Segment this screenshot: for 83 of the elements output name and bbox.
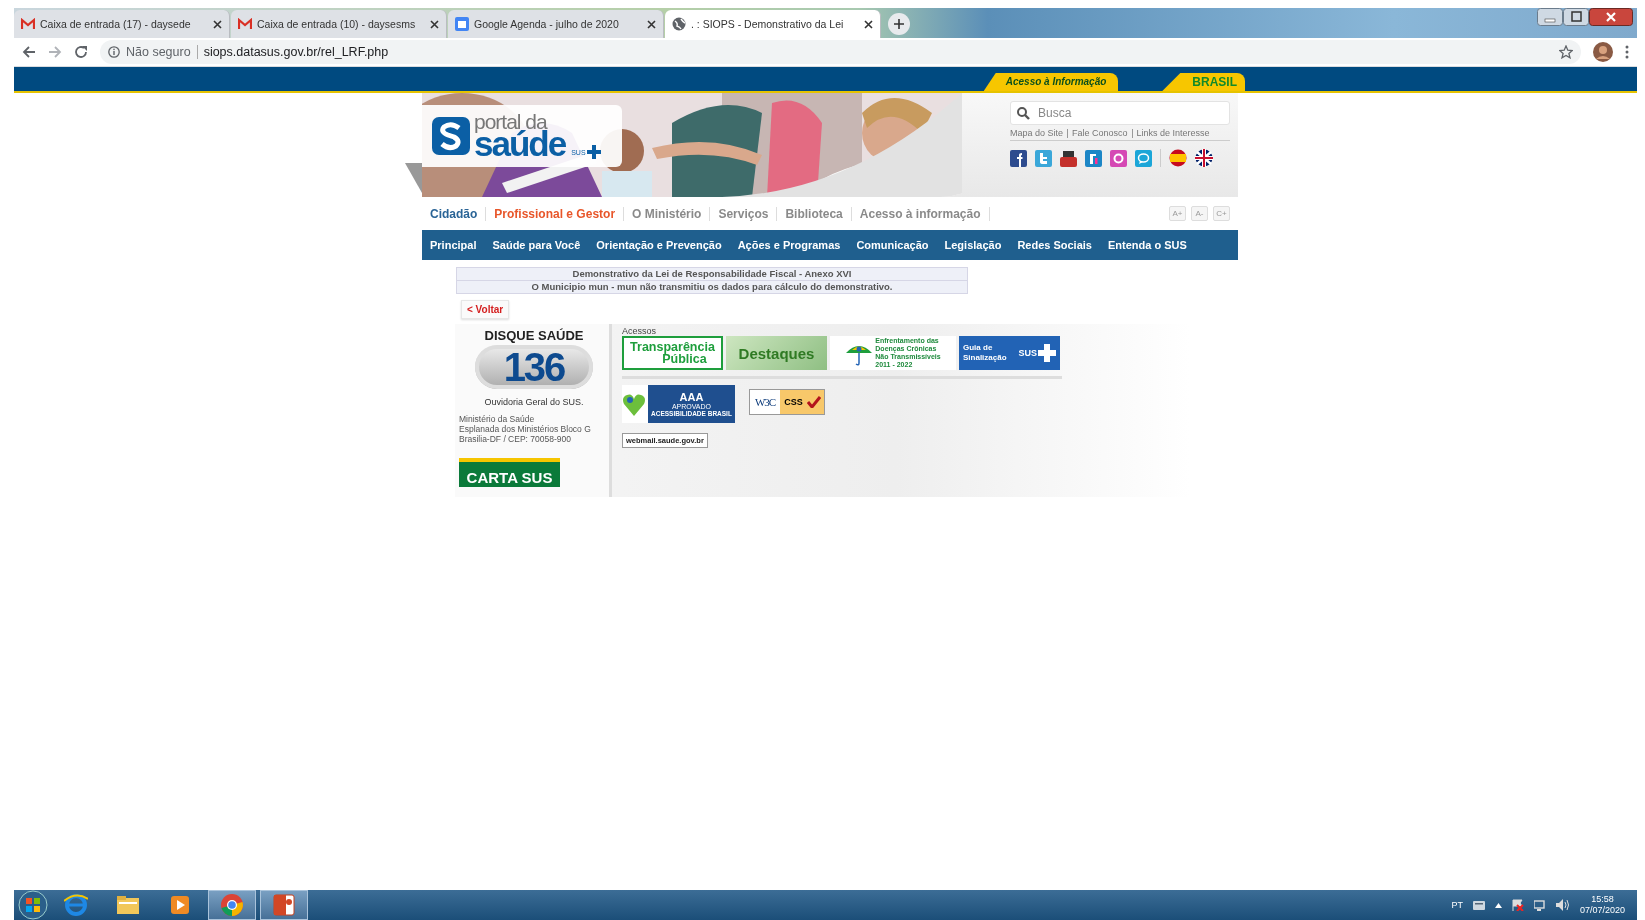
browser-tab[interactable]: Google Agenda - julho de 2020 (448, 10, 664, 38)
report-row: Demonstrativo da Lei de Responsabilidade Fiscal - Anexo XVI (457, 268, 967, 281)
avatar-icon[interactable] (1593, 42, 1613, 62)
banner-link[interactable]: Transparência Pública (622, 336, 723, 370)
flag-icon[interactable] (1195, 149, 1213, 167)
search-field[interactable]: Busca (1010, 101, 1230, 125)
speaker-icon[interactable] (1555, 899, 1570, 911)
banner-link[interactable]: Destaques (726, 336, 827, 370)
close-icon[interactable] (213, 19, 222, 29)
menu-link[interactable]: Orientação e Prevenção (596, 239, 722, 251)
menu-link[interactable]: Saúde para Você (492, 239, 581, 251)
search-icon (1017, 106, 1030, 120)
gov-link[interactable]: Acesso à Informação (983, 73, 1119, 91)
clock[interactable]: 15:58 07/07/2020 (1579, 894, 1625, 916)
close-icon[interactable] (864, 19, 873, 29)
info-icon (108, 46, 120, 58)
badge-link[interactable]: W3C CSS (748, 389, 825, 415)
browser-tab[interactable]: . : SIOPS - Demonstrativo da Lei (665, 10, 881, 38)
folder-icon[interactable] (116, 893, 140, 917)
social-media-icon[interactable] (1110, 149, 1127, 167)
utility-link[interactable]: Fale Conosco (1067, 129, 1132, 138)
up-arrow-icon[interactable] (1494, 902, 1502, 908)
maximize-icon[interactable] (1563, 8, 1589, 26)
back-icon[interactable] (22, 45, 36, 59)
utility-link[interactable]: Links de Interesse (1131, 129, 1214, 138)
menu-link[interactable]: Redes Sociais (1017, 239, 1092, 251)
video-icon[interactable] (1060, 149, 1077, 167)
start-icon[interactable] (18, 890, 48, 920)
url-text: siops.datasus.gov.br/rel_LRF.php (203, 45, 389, 59)
menu-link[interactable]: Legislação (944, 239, 1002, 251)
address-line: Esplanada dos Ministérios Bloco G (459, 424, 592, 434)
address-line: Brasilia-DF / CEP: 70058-900 (459, 434, 572, 444)
banner-link[interactable]: Guia de Sinalização SUS (959, 336, 1060, 370)
close-icon[interactable] (430, 19, 439, 29)
hotline-title: DISQUE SAÚDE (483, 328, 585, 343)
carta-sus-banner[interactable]: CARTA SUS (459, 458, 560, 487)
address-line: Ministério da Saúde (459, 414, 536, 424)
menu-link[interactable]: Ações e Programas (737, 239, 841, 251)
language-indicator[interactable]: PT (1451, 900, 1463, 910)
chrome-icon[interactable] (220, 893, 244, 917)
s-logo-icon (432, 117, 470, 155)
security-label: Não seguro (126, 45, 191, 59)
search-input[interactable]: Busca (1036, 105, 1220, 121)
menu-icon[interactable] (1625, 45, 1629, 59)
hotline-number-badge[interactable]: 136 (475, 345, 593, 389)
browser-tab[interactable]: Caixa de entrada (10) - daysesms (231, 10, 447, 38)
menu-link[interactable]: Comunicação (856, 239, 929, 251)
back-button[interactable]: < Voltar (461, 300, 510, 319)
star-icon[interactable] (1559, 45, 1573, 59)
check-icon (806, 396, 821, 408)
keyboard-icon[interactable] (1472, 900, 1485, 910)
minimize-icon[interactable] (1537, 8, 1563, 26)
nav-link[interactable]: O Ministério (623, 206, 710, 221)
cross-icon (586, 145, 601, 159)
plus-icon (894, 19, 904, 29)
menu-link[interactable]: Entenda o SUS (1107, 239, 1187, 251)
nav-link[interactable]: Cidadão (430, 206, 486, 221)
nav-link[interactable]: Serviços (709, 206, 777, 221)
reload-icon[interactable] (74, 45, 88, 59)
new-tab-button[interactable] (888, 13, 910, 35)
report-row: O Municipio mun - mun não transmitiu os dados para cálculo do demonstrativo. (457, 281, 967, 293)
social-media-icon[interactable] (1085, 149, 1102, 167)
media-player-icon[interactable] (168, 893, 192, 917)
mail-icon (238, 18, 252, 30)
utility-link[interactable]: Mapa do Site (1010, 129, 1068, 138)
globe-icon (672, 17, 686, 31)
mail-icon (21, 18, 35, 30)
close-icon[interactable] (647, 19, 656, 29)
browser-tab[interactable]: Caixa de entrada (17) - daysede (14, 10, 230, 38)
social-media-icon[interactable] (1010, 149, 1027, 167)
browser-icon[interactable] (64, 893, 88, 917)
address-bar[interactable]: Não seguro siops.datasus.gov.br/rel_LRF.php (100, 40, 1581, 64)
nav-link[interactable]: Profissional e Gestor (485, 206, 624, 221)
cross-icon (1038, 344, 1056, 362)
nav-link[interactable]: Biblioteca (776, 206, 851, 221)
network-icon[interactable] (1533, 899, 1546, 911)
nav-link[interactable]: Acesso à informação (850, 206, 990, 221)
hotline-caption: Ouvidoria Geral do SUS. (483, 397, 585, 407)
menu-link[interactable]: Principal (430, 239, 477, 251)
presentation-icon[interactable] (272, 893, 296, 917)
calendar-icon (455, 17, 469, 31)
close-icon[interactable] (1589, 8, 1633, 26)
section-label: Acessos (622, 326, 657, 336)
